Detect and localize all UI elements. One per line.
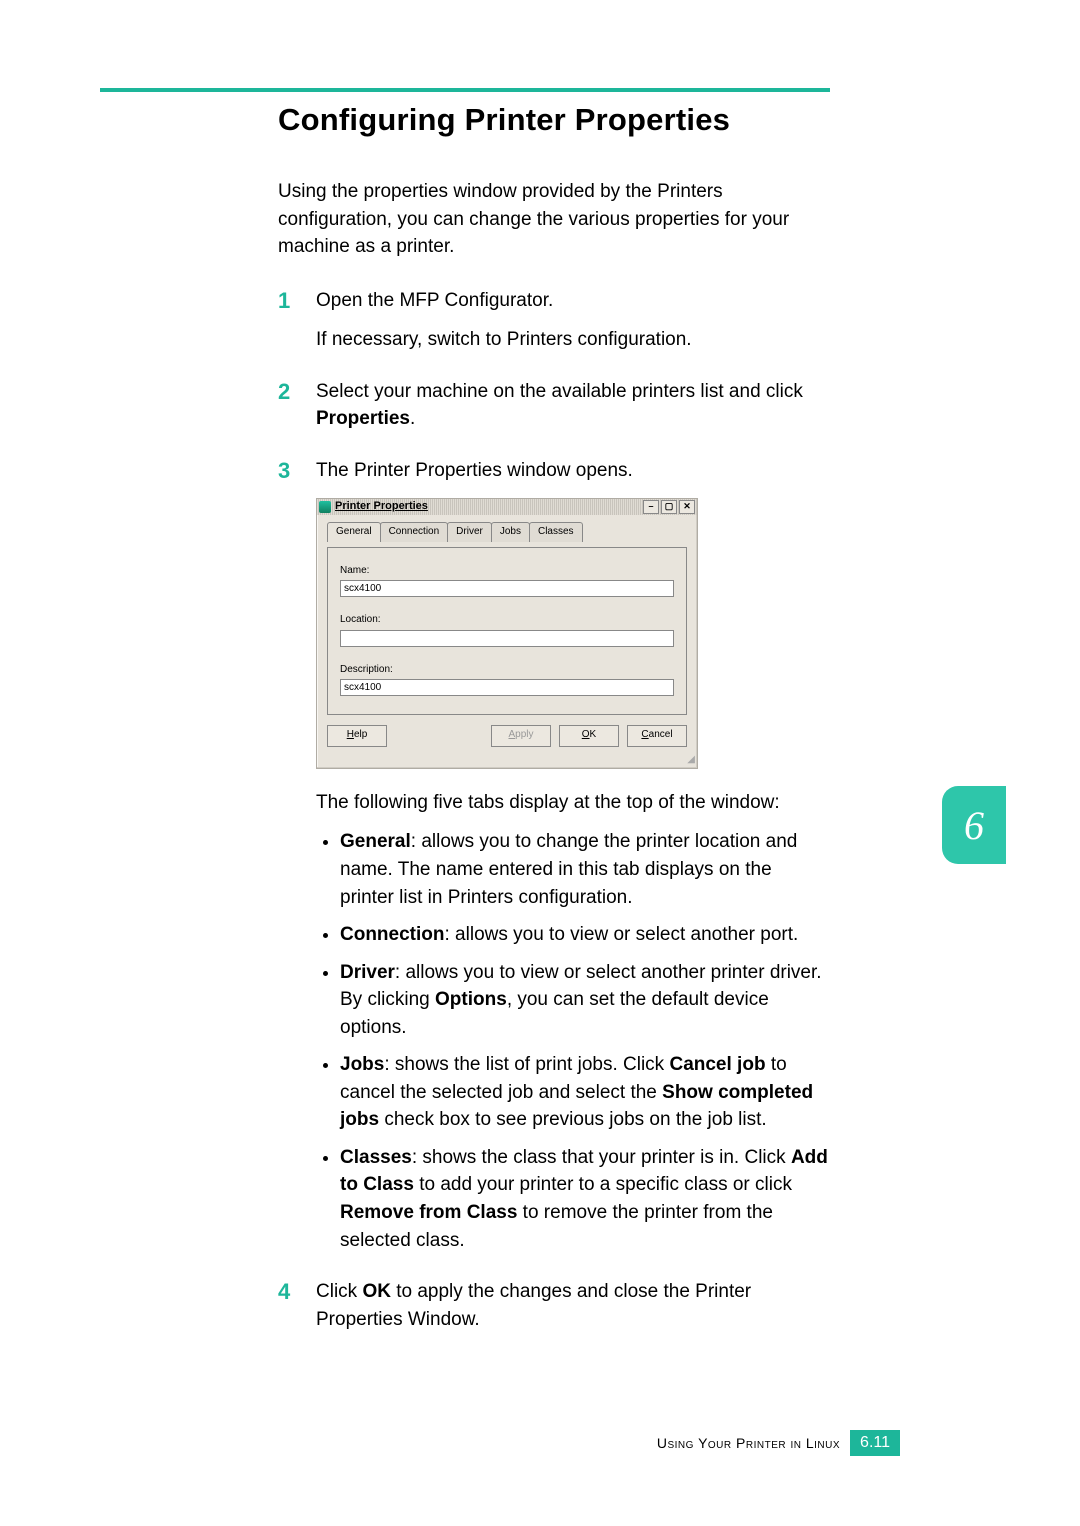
after-figure-text: The following five tabs display at the t… <box>316 789 830 817</box>
footer-text: Using Your Printer in Linux <box>657 1435 840 1451</box>
description-label: Description: <box>340 663 674 678</box>
step-2: 2 Select your machine on the available p… <box>278 378 830 433</box>
name-input[interactable] <box>340 580 674 597</box>
page-number: 6.11 <box>850 1430 900 1456</box>
desc-classes: Classes: shows the class that your print… <box>340 1144 830 1254</box>
content-column: Configuring Printer Properties Using the… <box>278 88 830 1333</box>
step-1-text-a: Open the MFP Configurator. <box>316 287 830 315</box>
step-1-text-b: If necessary, switch to Printers configu… <box>316 326 830 354</box>
step-4-text: Click OK to apply the changes and close … <box>316 1278 830 1333</box>
dialog-title: Printer Properties <box>335 499 428 515</box>
step-number: 3 <box>278 455 290 487</box>
step-1: 1 Open the MFP Configurator. If necessar… <box>278 287 830 354</box>
desc-connection: Connection: allows you to view or select… <box>340 921 830 949</box>
description-input[interactable] <box>340 679 674 696</box>
step-number: 4 <box>278 1276 290 1308</box>
dialog-panel: Name: Location: Description: <box>327 547 687 716</box>
intro-paragraph: Using the properties window provided by … <box>278 178 830 261</box>
step-3-text: The Printer Properties window opens. <box>316 457 830 485</box>
tab-descriptions: General: allows you to change the printe… <box>316 828 830 1254</box>
printer-properties-dialog: Printer Properties – ▢ ✕ General Connect… <box>316 498 698 769</box>
help-button[interactable]: Help <box>327 725 387 747</box>
page-title: Configuring Printer Properties <box>278 102 830 138</box>
window-maximize-button[interactable]: ▢ <box>661 500 677 514</box>
step-number: 1 <box>278 285 290 317</box>
cancel-button[interactable]: Cancel <box>627 725 687 747</box>
chapter-tab: 6 <box>942 786 1006 864</box>
footer: Using Your Printer in Linux 6.11 <box>657 1430 900 1456</box>
tab-connection[interactable]: Connection <box>380 522 449 542</box>
desc-general: General: allows you to change the printe… <box>340 828 830 911</box>
ok-button[interactable]: OK <box>559 725 619 747</box>
dialog-body: General Connection Driver Jobs Classes N… <box>317 515 697 757</box>
location-input[interactable] <box>340 630 674 647</box>
page: Configuring Printer Properties Using the… <box>0 0 1080 1526</box>
tab-classes[interactable]: Classes <box>529 522 583 542</box>
dialog-buttons: Help Apply OK Cancel <box>327 725 687 747</box>
step-2-text: Select your machine on the available pri… <box>316 378 830 433</box>
dialog-titlebar: Printer Properties – ▢ ✕ <box>317 499 697 515</box>
tab-driver[interactable]: Driver <box>447 522 492 542</box>
apply-button[interactable]: Apply <box>491 725 551 747</box>
name-label: Name: <box>340 564 674 579</box>
desc-driver: Driver: allows you to view or select ano… <box>340 959 830 1042</box>
app-icon <box>319 501 331 513</box>
step-3: 3 The Printer Properties window opens. P… <box>278 457 830 1254</box>
location-label: Location: <box>340 613 674 628</box>
tab-general[interactable]: General <box>327 522 381 542</box>
step-4: 4 Click OK to apply the changes and clos… <box>278 1278 830 1333</box>
desc-jobs: Jobs: shows the list of print jobs. Clic… <box>340 1051 830 1134</box>
steps-list: 1 Open the MFP Configurator. If necessar… <box>278 287 830 1334</box>
tab-jobs[interactable]: Jobs <box>491 522 530 542</box>
resize-grip-icon[interactable]: ◢ <box>317 753 697 768</box>
step-number: 2 <box>278 376 290 408</box>
window-minimize-button[interactable]: – <box>643 500 659 514</box>
window-close-button[interactable]: ✕ <box>679 500 695 514</box>
dialog-tabs: General Connection Driver Jobs Classes <box>327 521 687 541</box>
top-rule <box>100 88 830 92</box>
